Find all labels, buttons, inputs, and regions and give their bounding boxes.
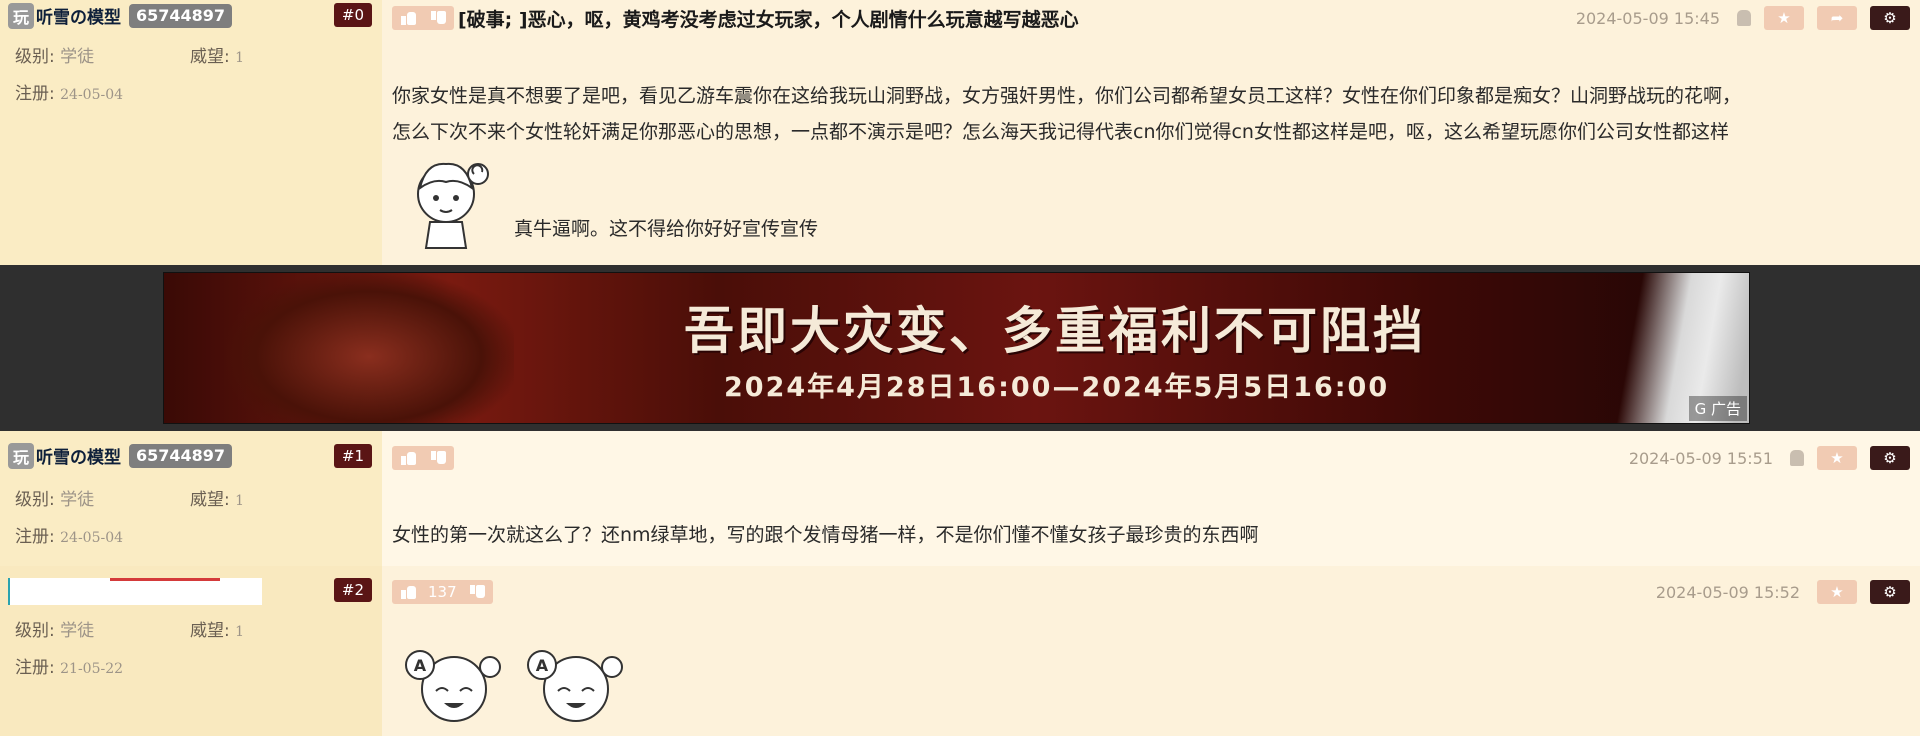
level-label: 级别:: [15, 621, 55, 641]
ad-banner[interactable]: 吾即大灾变、多重福利不可阻挡 2024年4月28日16:00—2024年5月5日…: [163, 272, 1750, 424]
thumb-down-icon[interactable]: [428, 449, 448, 467]
level-value: 学徒: [60, 47, 95, 67]
register-date: 24-05-04: [60, 87, 124, 103]
post-content: 2024-05-09 15:51 ★ ⚙ 女性的第一次就这么了？还nm绿草地，写…: [382, 431, 1920, 566]
prestige-row: 威望: 1: [190, 616, 244, 641]
register-label: 注册:: [15, 84, 55, 104]
user-id-badge[interactable]: 65744897: [129, 443, 233, 468]
vote-buttons: 137: [392, 580, 493, 604]
register-label: 注册:: [15, 658, 55, 678]
sticker-caption: 真牛逼啊。这不得给你好好宣传宣传: [514, 218, 819, 240]
register-date: 24-05-04: [60, 530, 124, 546]
post-toolbar: 2024-05-09 15:52 ★ ⚙: [1656, 580, 1910, 604]
gear-button[interactable]: ⚙: [1870, 446, 1910, 470]
post-content: [破事; ]恶心，呕，黄鸡考没考虑过女玩家，个人剧情什么玩意越写越恶心 2024…: [382, 0, 1920, 265]
register-row: 注册: 24-05-04: [15, 522, 123, 547]
svg-text:A: A: [414, 656, 427, 675]
thumb-down-icon[interactable]: [467, 583, 487, 601]
author-name[interactable]: 听雪の模型: [36, 443, 121, 468]
user-id-badge[interactable]: 65744897: [129, 3, 233, 28]
post-1: 玩 听雪の模型 65744897 #1 级别: 学徒 威望: 1 注册: 24-…: [0, 431, 1920, 566]
android-icon: [1737, 10, 1751, 26]
register-label: 注册:: [15, 527, 55, 547]
post-body: 你家女性是真不想要了是吧，看见乙游车震你在这给我玩山洞野战，女方强奸男性，你们公…: [392, 78, 1912, 150]
register-date: 21-05-22: [60, 661, 124, 677]
prestige-value: 1: [235, 624, 245, 640]
floor-badge[interactable]: #2: [333, 578, 372, 602]
user-tag-badge: 玩: [8, 2, 34, 29]
post-author-panel: 玩 听雪の模型 65744897 #0 级别: 学徒 威望: 1 注册: 24-…: [0, 0, 382, 265]
post-content: 137 2024-05-09 15:52 ★ ⚙ A A: [382, 566, 1920, 736]
prestige-value: 1: [235, 50, 245, 66]
sticker-image: A: [527, 650, 623, 722]
level-label: 级别:: [15, 47, 55, 67]
post-title: [破事; ]恶心，呕，黄鸡考没考虑过女玩家，个人剧情什么玩意越写越恶心: [458, 9, 1079, 31]
post-body: 女性的第一次就这么了？还nm绿草地，写的跟个发情母猪一样，不是你们懂不懂女孩子最…: [392, 524, 1259, 546]
gear-button[interactable]: ⚙: [1870, 580, 1910, 604]
thumb-up-icon[interactable]: [398, 449, 418, 467]
post-toolbar: 2024-05-09 15:51 ★ ⚙: [1629, 446, 1910, 470]
ad-dates: 2024年4月28日16:00—2024年5月5日16:00: [724, 372, 1390, 403]
thumb-up-icon[interactable]: [398, 583, 418, 601]
star-button[interactable]: ★: [1817, 580, 1857, 604]
floor-badge[interactable]: #1: [333, 444, 372, 468]
vote-buttons: [392, 6, 454, 30]
level-row: 级别: 学徒: [15, 42, 94, 67]
thumb-down-icon[interactable]: [428, 9, 448, 27]
prestige-label: 威望:: [190, 490, 230, 510]
post-0: 玩 听雪の模型 65744897 #0 级别: 学徒 威望: 1 注册: 24-…: [0, 0, 1920, 265]
post-2: #2 级别: 学徒 威望: 1 注册: 21-05-22 137 2024-05…: [0, 566, 1920, 736]
register-row: 注册: 24-05-04: [15, 79, 123, 104]
sticker-image: A: [405, 650, 501, 722]
ad-container: 吾即大灾变、多重福利不可阻挡 2024年4月28日16:00—2024年5月5日…: [0, 265, 1920, 431]
star-button[interactable]: ★: [1817, 446, 1857, 470]
redacted-author: [8, 578, 262, 605]
prestige-label: 威望:: [190, 47, 230, 67]
post-toolbar: 2024-05-09 15:45 ★ ➦ ⚙: [1576, 6, 1910, 30]
prestige-row: 威望: 1: [190, 485, 244, 510]
level-row: 级别: 学徒: [15, 485, 94, 510]
gear-button[interactable]: ⚙: [1870, 6, 1910, 30]
ad-label[interactable]: G 广告: [1688, 396, 1747, 421]
level-row: 级别: 学徒: [15, 616, 94, 641]
vote-count: 137: [428, 583, 457, 601]
post-time: 2024-05-09 15:52: [1655, 582, 1800, 602]
thumb-up-icon[interactable]: [398, 9, 418, 27]
svg-text:A: A: [536, 656, 549, 675]
post-time: 2024-05-09 15:51: [1628, 448, 1773, 468]
body-line-1: 你家女性是真不想要了是吧，看见乙游车震你在这给我玩山洞野战，女方强奸男性，你们公…: [392, 85, 1742, 107]
body-line-2: 怎么下次不来个女性轮奸满足你那恶心的思想，一点都不演示是吧？怎么海天我记得代表c…: [392, 121, 1729, 143]
user-tag-badge: 玩: [8, 442, 34, 469]
level-value: 学徒: [60, 621, 95, 641]
vote-buttons: [392, 446, 454, 470]
author[interactable]: 玩 听雪の模型 65744897: [8, 2, 233, 29]
post-author-panel: 玩 听雪の模型 65744897 #1 级别: 学徒 威望: 1 注册: 24-…: [0, 431, 382, 566]
author-name[interactable]: 听雪の模型: [36, 3, 121, 28]
floor-badge[interactable]: #0: [333, 3, 372, 27]
author[interactable]: 玩 听雪の模型 65744897: [8, 442, 233, 469]
android-icon: [1790, 450, 1804, 466]
ad-character-image: [224, 273, 514, 423]
post-author-panel: #2 级别: 学徒 威望: 1 注册: 21-05-22: [0, 566, 382, 736]
star-button[interactable]: ★: [1764, 6, 1804, 30]
ad-headline: 吾即大灾变、多重福利不可阻挡: [684, 302, 1426, 360]
prestige-value: 1: [235, 493, 245, 509]
level-value: 学徒: [60, 490, 95, 510]
level-label: 级别:: [15, 490, 55, 510]
prestige-label: 威望:: [190, 621, 230, 641]
sticker-image: [417, 162, 489, 249]
register-row: 注册: 21-05-22: [15, 653, 123, 678]
prestige-row: 威望: 1: [190, 42, 244, 67]
share-button[interactable]: ➦: [1817, 6, 1857, 30]
post-time: 2024-05-09 15:45: [1575, 8, 1720, 28]
